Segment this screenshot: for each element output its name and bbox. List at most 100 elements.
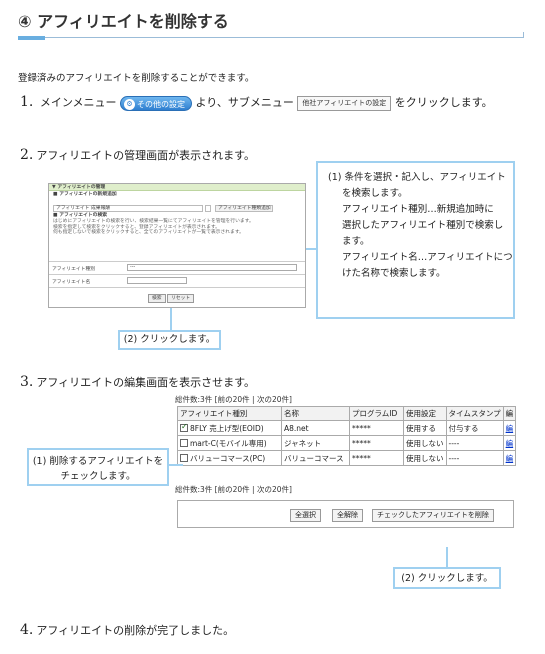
column-header: プログラムID xyxy=(349,406,404,421)
step-4: 4. アフィリエイトの削除が完了しました。 xyxy=(20,622,234,638)
step-text: メインメニュー xyxy=(39,96,117,109)
callout-line: を検索します。 xyxy=(342,188,408,199)
title-underline xyxy=(18,32,524,38)
affiliate-settings-submenu-button[interactable]: 他社アフィリエイトの設定 xyxy=(297,95,392,111)
clear-all-button[interactable]: 全解除 xyxy=(332,509,363,522)
cell-name: バリューコマース xyxy=(281,450,350,466)
edit-link[interactable]: 編 xyxy=(506,439,514,448)
affiliate-name-field[interactable] xyxy=(127,277,187,284)
field-label: アフィリエイト種別 xyxy=(52,267,96,272)
intro-text: 登録済みのアフィリエイトを削除することができます。 xyxy=(18,73,255,84)
edit-link[interactable]: 編 xyxy=(506,454,514,463)
cell-type: 8FLY 売上げ型(EOID) xyxy=(190,423,264,433)
select-value: アフィリエイト 成果報酬 xyxy=(56,206,111,211)
search-note: 何も指定しないで検索をクリックすると、全てのアフィリエイトが一覧で表示されます。 xyxy=(53,230,244,235)
result-summary-bottom: 総件数:3件 [前の20件 | 次の20件] xyxy=(175,485,292,494)
affiliate-type-select[interactable]: アフィリエイト 成果報酬 xyxy=(53,205,203,212)
gear-icon: ⚙ xyxy=(124,98,136,110)
callout-line: ます。 xyxy=(342,236,370,247)
cell-name: A8.net xyxy=(281,420,350,436)
callout-line: (1) 削除するアフィリエイトを xyxy=(32,456,164,467)
callout-connector xyxy=(169,464,183,466)
callout-line: アフィリエイト種別…新規追加時に xyxy=(342,204,494,215)
menu-button-label: その他の設定 xyxy=(137,99,186,109)
affiliate-table: アフィリエイト種別 名称 プログラムID 使用設定 タイムスタンプ 編 8FLY… xyxy=(177,406,517,466)
cell-use: 使用する xyxy=(403,420,447,436)
result-summary: 総件数:3件 [前の20件 | 次の20件] xyxy=(175,395,292,404)
callout-text: (1) 削除するアフィリエイトを チェックします。 xyxy=(29,454,167,484)
callout-search-conditions: (1) 条件を選択・記入し、アフィリエイト を検索します。 アフィリエイト種別…… xyxy=(316,161,515,319)
cell-timestamp: ---- xyxy=(445,450,504,466)
column-header: 編 xyxy=(502,406,517,421)
cell-program-id: ***** xyxy=(349,435,404,451)
cell-type: バリューコマース(PC) xyxy=(190,453,266,463)
select-all-button[interactable]: 全選択 xyxy=(290,509,321,522)
step-2: 2. アフィリエイトの管理画面が表示されます。 xyxy=(20,147,255,163)
column-header: 名称 xyxy=(281,406,350,421)
callout-line: (1) 条件を選択・記入し、アフィリエイト xyxy=(328,172,506,183)
table-row: バリューコマース(PC) バリューコマース ***** 使用しない ---- 編 xyxy=(177,450,517,466)
step-3: 3. アフィリエイトの編集画面を表示させます。 xyxy=(20,374,255,390)
callout-line: 選択したアフィリエイト種別で検索し xyxy=(342,220,504,231)
other-settings-menu-button[interactable]: ⚙ その他の設定 xyxy=(120,95,193,111)
column-header: アフィリエイト種別 xyxy=(177,406,282,421)
step-number: 2. xyxy=(20,147,34,163)
column-header: タイムスタンプ xyxy=(445,406,504,421)
new-affiliate-section-title: ■ アフィリエイトの新規追加 xyxy=(53,192,117,197)
affiliate-type-field[interactable]: --- xyxy=(127,264,297,271)
column-header: 使用設定 xyxy=(403,406,447,421)
callout-click-search: (2) クリックします。 xyxy=(118,330,221,350)
cell-use: 使用しない xyxy=(403,450,447,466)
cell-timestamp: ---- xyxy=(445,435,504,451)
form-row: アフィリエイト名 xyxy=(49,274,305,286)
step-text: アフィリエイトの削除が完了しました。 xyxy=(36,624,235,637)
row-checkbox[interactable] xyxy=(180,438,188,447)
panel-header: ▼ アフィリエイトの管理 xyxy=(49,184,305,191)
callout-connector xyxy=(170,308,172,330)
action-button-bar: 全選択 全解除 チェックしたアフィリエイトを削除 xyxy=(177,500,514,528)
callout-text: (2) クリックします。 xyxy=(401,573,493,584)
callout-check-affiliate: (1) 削除するアフィリエイトを チェックします。 xyxy=(27,448,169,486)
delete-checked-button[interactable]: チェックしたアフィリエイトを削除 xyxy=(372,509,494,522)
field-label: アフィリエイト名 xyxy=(52,280,91,285)
row-checkbox[interactable] xyxy=(180,422,188,432)
callout-connector xyxy=(446,547,448,567)
form-footer: 検索 リセット xyxy=(49,287,305,307)
callout-line: チェックします。 xyxy=(60,471,136,482)
edit-link[interactable]: 編 xyxy=(506,424,514,433)
step-text: より、サブメニュー xyxy=(195,96,294,109)
add-affiliate-type-button[interactable]: アフィリエイト種類追加 xyxy=(215,205,273,212)
table-row: 8FLY 売上げ型(EOID) A8.net ***** 使用する 付与する 編 xyxy=(177,420,517,436)
button-label: アフィリエイト種類追加 xyxy=(218,206,271,211)
reset-button[interactable]: リセット xyxy=(167,294,195,303)
cell-timestamp: 付与する xyxy=(445,420,504,436)
field-value: --- xyxy=(130,265,136,270)
cell-program-id: ***** xyxy=(349,420,404,436)
search-section-title: ■ アフィリエイトの検索 xyxy=(53,213,108,218)
step-text: アフィリエイトの編集画面を表示させます。 xyxy=(36,376,256,389)
search-button[interactable]: 検索 xyxy=(148,294,166,303)
chevron-down-icon[interactable] xyxy=(205,205,211,212)
cell-type: mart-C(モバイル専用) xyxy=(190,438,267,448)
step-text: をクリックします。 xyxy=(394,96,493,109)
title-accent-bar xyxy=(18,36,45,40)
callout-connector xyxy=(306,248,316,250)
cell-use: 使用しない xyxy=(403,435,447,451)
step-1: 1. メインメニュー ⚙ その他の設定 より、サブメニュー 他社アフィリエイトの設… xyxy=(20,94,493,111)
row-checkbox[interactable] xyxy=(180,453,188,462)
page-title: ④ アフィリエイトを削除する xyxy=(18,12,229,31)
step-number: 1. xyxy=(20,94,34,110)
callout-click-delete: (2) クリックします。 xyxy=(393,567,501,589)
cell-name: ジャネット xyxy=(281,435,350,451)
step-number: 3. xyxy=(20,374,34,390)
affiliate-edit-screenshot: 総件数:3件 [前の20件 | 次の20件] アフィリエイト種別 名称 プログラ… xyxy=(171,392,520,552)
affiliate-management-screenshot: ▼ アフィリエイトの管理 ■ アフィリエイトの新規追加 アフィリエイト 成果報酬… xyxy=(48,183,306,308)
cell-program-id: ***** xyxy=(349,450,404,466)
table-row: mart-C(モバイル専用) ジャネット ***** 使用しない ---- 編 xyxy=(177,435,517,451)
callout-line: けた名称で検索します。 xyxy=(342,268,446,279)
step-text: アフィリエイトの管理画面が表示されます。 xyxy=(36,149,256,162)
callout-line: アフィリエイト名…アフィリエイトにつ xyxy=(342,252,513,263)
callout-text: (1) 条件を選択・記入し、アフィリエイト を検索します。 アフィリエイト種別…… xyxy=(328,170,513,282)
table-header-row: アフィリエイト種別 名称 プログラムID 使用設定 タイムスタンプ 編 xyxy=(177,406,517,421)
form-row: アフィリエイト種別 --- xyxy=(49,261,305,273)
